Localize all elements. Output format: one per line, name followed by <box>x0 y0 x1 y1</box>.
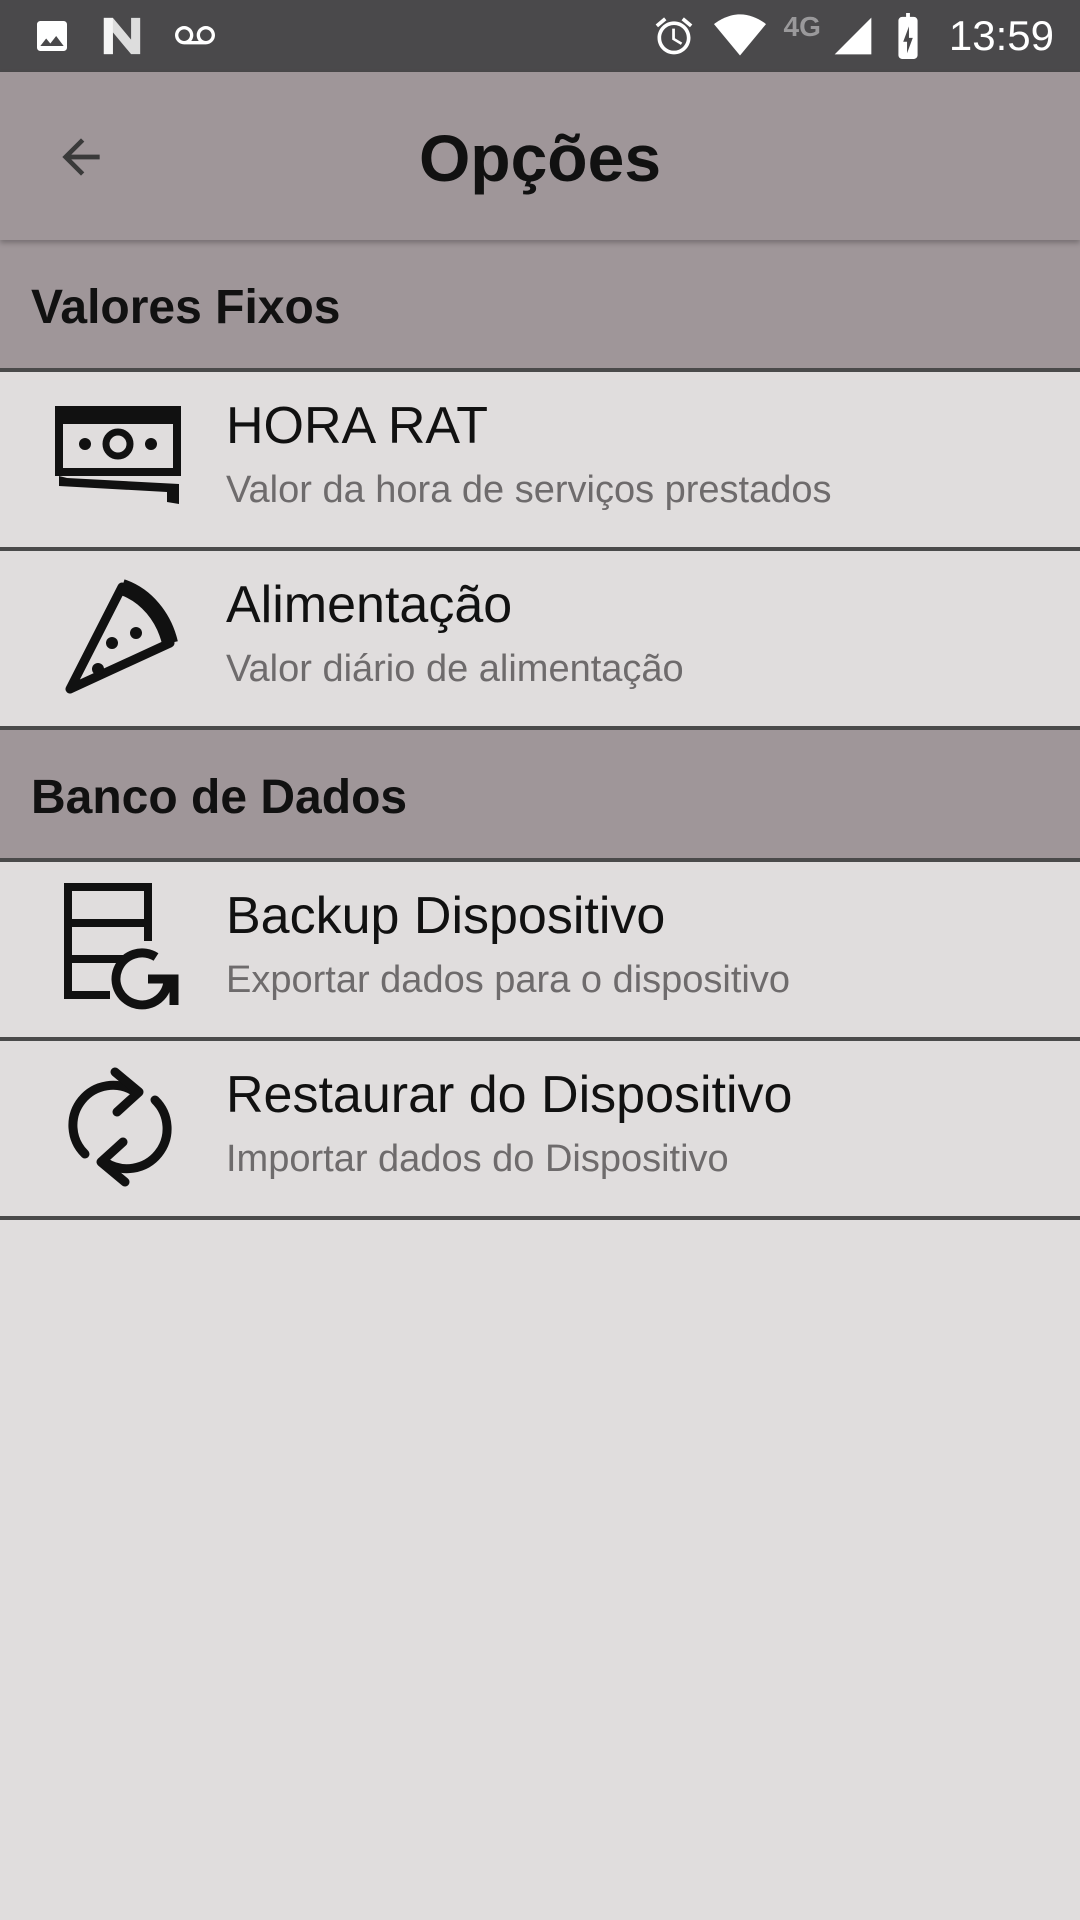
item-subtitle: Importar dados do Dispositivo <box>226 1138 729 1180</box>
alarm-icon <box>655 17 692 55</box>
voicemail-icon <box>175 26 215 45</box>
list-item-alimentacao[interactable]: Alimentação Valor diário de alimentação <box>0 551 1080 730</box>
section-header-banco-de-dados: Banco de Dados <box>0 730 1080 862</box>
list-item-restaurar-dispositivo[interactable]: Restaurar do Dispositivo Importar dados … <box>0 1041 1080 1220</box>
image-icon <box>37 21 67 51</box>
section-header-valores-fixos: Valores Fixos <box>0 240 1080 372</box>
page-title: Opções <box>418 121 662 195</box>
status-bar: 4G 13:59 <box>0 0 1080 72</box>
item-title: Restaurar do Dispositivo <box>226 1066 793 1124</box>
item-subtitle: Valor da hora de serviços prestados <box>226 469 832 511</box>
status-time: 13:59 <box>948 12 1054 59</box>
options-list: Valores Fixos HORA RAT Valor da hora de … <box>0 240 1080 1220</box>
app-bar: Opções <box>0 72 1080 240</box>
item-subtitle: Exportar dados para o dispositivo <box>226 959 790 1001</box>
item-title: HORA RAT <box>226 397 488 455</box>
n-logo-icon <box>103 17 141 55</box>
money-icon <box>50 398 190 518</box>
list-item-backup-dispositivo[interactable]: Backup Dispositivo Exportar dados para o… <box>0 862 1080 1041</box>
section-header-label: Banco de Dados <box>31 771 408 824</box>
list-item-hora-rat[interactable]: HORA RAT Valor da hora de serviços prest… <box>0 372 1080 551</box>
item-title: Alimentação <box>226 576 513 634</box>
network-type-label: 4G <box>783 11 821 42</box>
item-subtitle: Valor diário de alimentação <box>226 648 684 690</box>
database-backup-icon <box>50 883 190 1010</box>
wifi-icon <box>713 14 766 56</box>
section-header-label: Valores Fixos <box>31 281 341 334</box>
sync-icon <box>50 1067 190 1187</box>
status-bar-right: 4G 13:59 <box>652 0 1054 72</box>
item-title: Backup Dispositivo <box>226 887 666 945</box>
signal-icon <box>834 17 872 55</box>
status-bar-left <box>32 0 218 72</box>
pizza-icon <box>50 577 190 697</box>
battery-charging-icon <box>898 13 918 59</box>
